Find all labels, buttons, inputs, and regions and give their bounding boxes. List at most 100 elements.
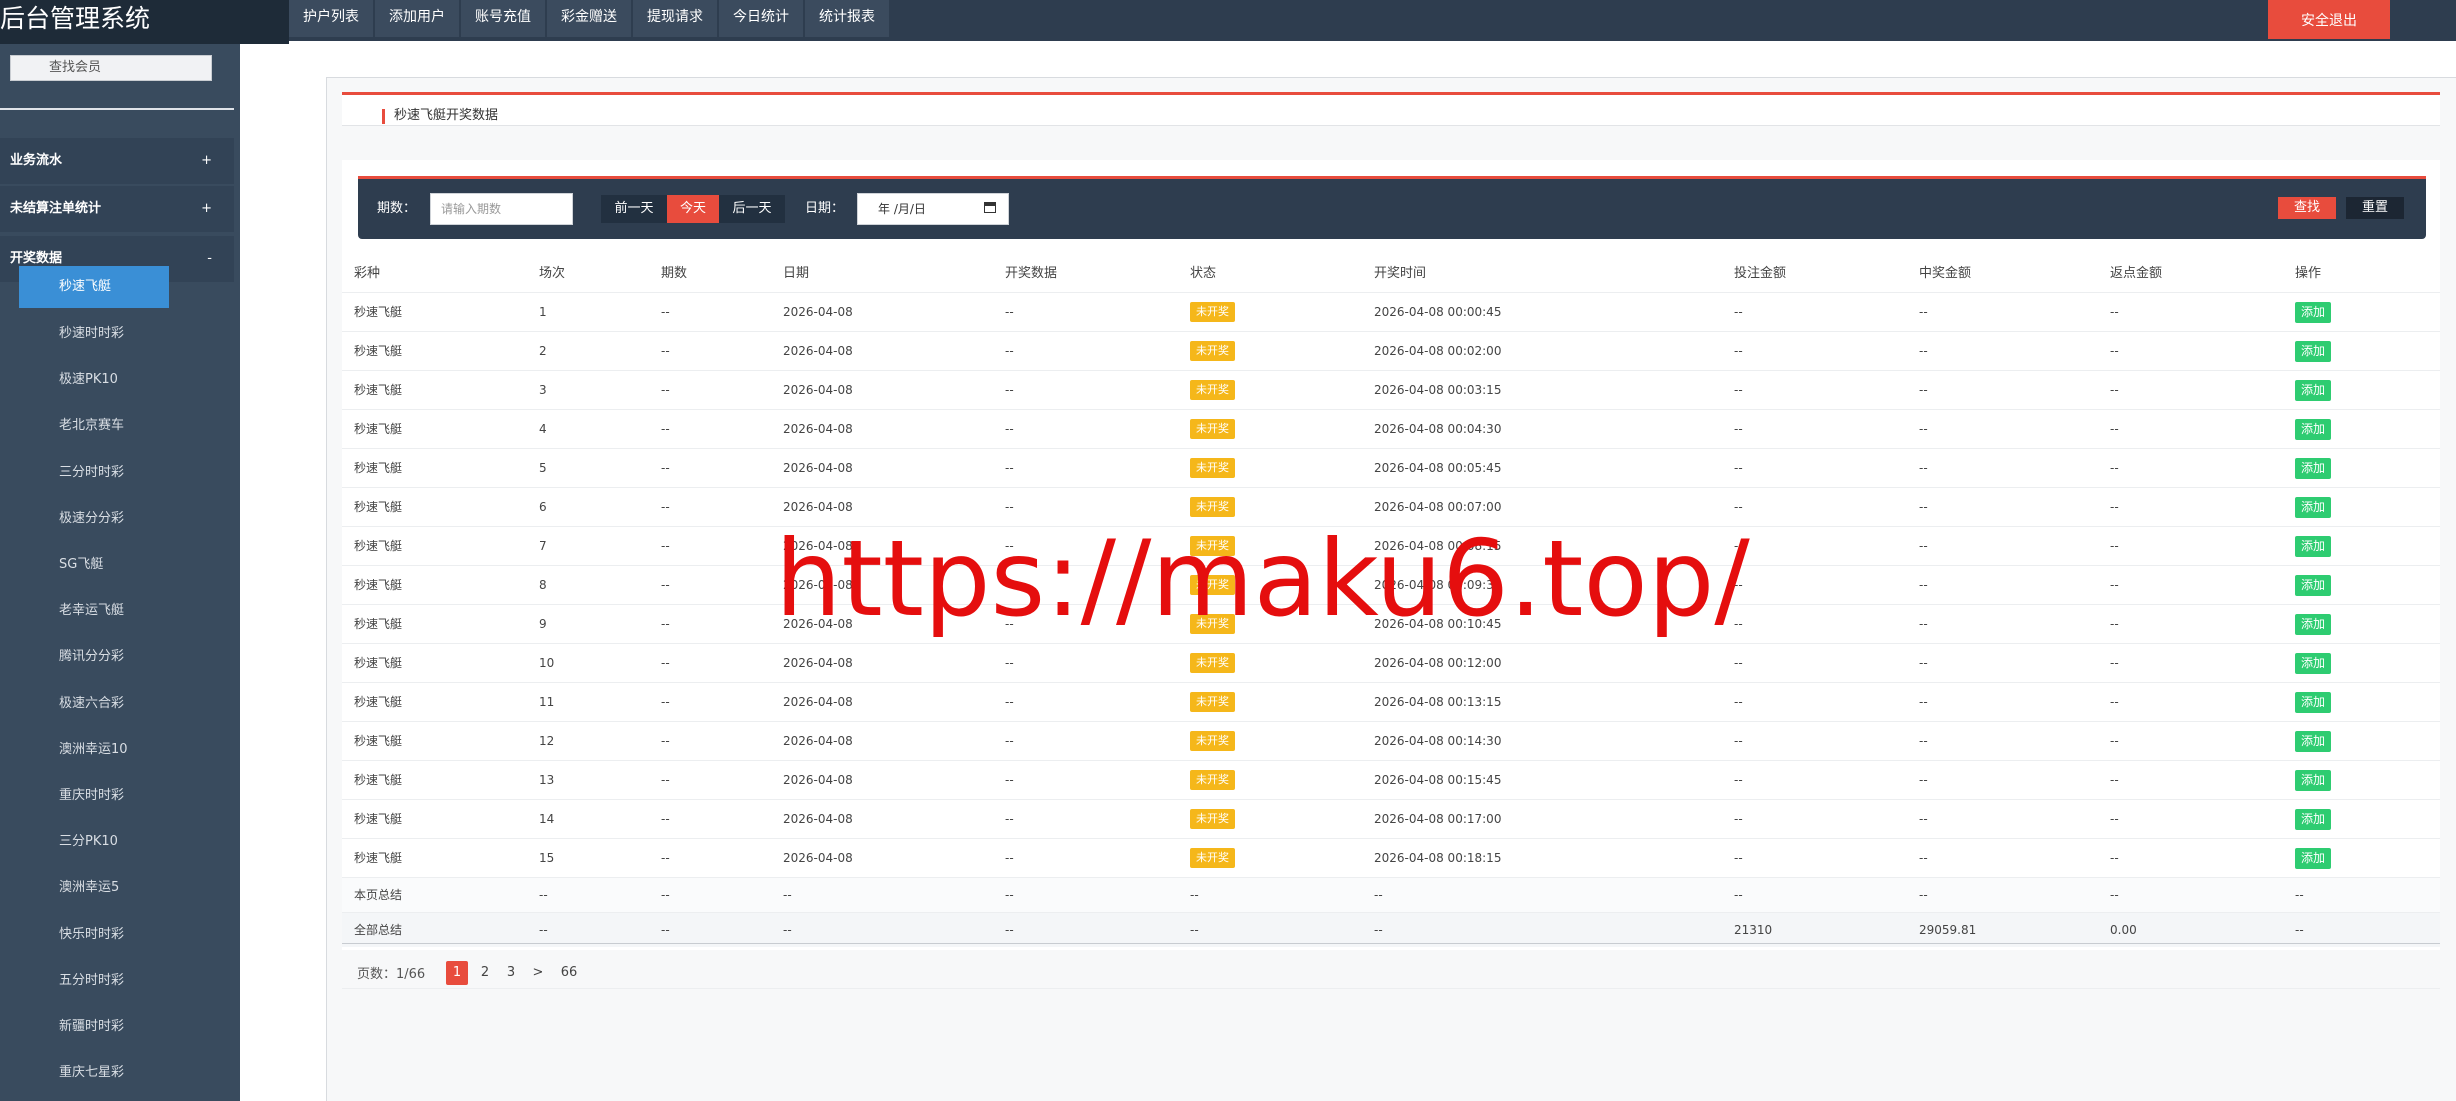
reset-button[interactable]: 重置 [2346,197,2404,219]
table-cell: -- [661,617,670,631]
sidebar-item[interactable]: 五分时时彩 [59,971,124,991]
add-button[interactable]: 添加 [2295,341,2332,362]
top-nav-item[interactable]: 添加用户 [375,0,459,37]
table-row: 秒速飞艇 15 -- 2026-04-08 -- 未开奖 2026-04-08 00:18:… [342,838,2440,877]
top-nav-item[interactable]: 统计报表 [805,0,889,37]
table-row: 秒速飞艇 5 -- 2026-04-08 -- 未开奖 2026-04-08 00:05:4… [342,448,2440,487]
column-header: 期数 [661,266,688,281]
table-cell: -- [1919,422,1928,436]
top-nav-item[interactable]: 提现请求 [633,0,717,37]
table-cell: -- [1005,773,1014,787]
summary-row: 全部总结 -- -- -- -- -- -- 21310 29059.81 0.00 -- [342,912,2440,947]
expand-icon: + [201,201,212,216]
table-cell: 11 [539,695,555,709]
table-cell: 2026-04-08 [783,305,853,319]
page-button[interactable]: 66 [558,961,580,985]
sidebar-item[interactable]: 快乐时时彩 [59,925,124,945]
add-button[interactable]: 添加 [2295,419,2332,440]
next-page-button[interactable]: > [527,961,549,985]
top-nav-item[interactable]: 今日统计 [719,0,803,37]
column-header: 开奖数据 [1005,266,1058,281]
table-cell: 8 [539,578,547,592]
sidebar: 查找会员 业务流水 + 未结算注单统计 + 开奖数据 - 秒速飞艇 秒速时时彩极… [0,44,240,1101]
summary-cell: -- [1734,888,1743,902]
page-button[interactable]: 1 [446,961,468,985]
table-cell: -- [2110,344,2119,358]
table-cell: -- [1734,422,1743,436]
top-nav-item[interactable]: 账号充值 [461,0,545,37]
summary-cell: -- [783,888,792,902]
table-cell: 2026-04-08 [783,383,853,397]
sidebar-group-label: 业务流水 [10,153,63,168]
add-button[interactable]: 添加 [2295,770,2332,791]
add-button[interactable]: 添加 [2295,731,2332,752]
add-button[interactable]: 添加 [2295,536,2332,557]
table-header: 彩种 场次 期数 日期 开奖数据 状态 开奖时间 投注金额 中奖金额 返点金额 操作 [342,256,2440,292]
add-button[interactable]: 添加 [2295,302,2332,323]
top-nav-item[interactable]: 彩金赠送 [547,0,631,37]
issue-label: 期数： [377,201,417,216]
sidebar-item[interactable]: SG飞艇 [59,555,103,575]
panel-title-bar [342,95,2440,126]
issue-input[interactable]: 请输入期数 [430,193,573,225]
logout-button[interactable]: 安全退出 [2268,0,2390,39]
sidebar-item[interactable]: 澳洲幸运5 [59,878,119,898]
sidebar-item[interactable]: 三分PK10 [59,832,118,852]
sidebar-item[interactable]: 秒速时时彩 [59,324,124,344]
add-button[interactable]: 添加 [2295,848,2332,869]
search-button[interactable]: 查找 [2278,197,2336,219]
add-button[interactable]: 添加 [2295,692,2332,713]
sidebar-item[interactable]: 极速六合彩 [59,694,124,714]
table-cell: -- [2110,812,2119,826]
page-indicator: 页数：1/66 [357,967,426,982]
summary-cell: -- [2295,923,2304,937]
sidebar-item[interactable]: 极速PK10 [59,370,118,390]
date-input[interactable]: 年 /月/日 [857,193,1009,225]
table-row: 秒速飞艇 11 -- 2026-04-08 -- 未开奖 2026-04-08 00:13:… [342,682,2440,721]
prev-day-button[interactable]: 前一天 [601,195,667,223]
table-cell: 7 [539,539,547,553]
sidebar-item[interactable]: 老北京赛车 [59,416,124,436]
table-cell: -- [2110,461,2119,475]
table-cell: -- [1919,305,1928,319]
sidebar-item[interactable]: 新疆时时彩 [59,1017,124,1037]
add-button[interactable]: 添加 [2295,497,2332,518]
sidebar-group-label: 开奖数据 [10,251,63,266]
next-day-button[interactable]: 后一天 [719,195,785,223]
add-button[interactable]: 添加 [2295,653,2332,674]
page-button[interactable]: 3 [500,961,522,985]
calendar-icon[interactable] [984,202,996,213]
table-cell: -- [1919,851,1928,865]
sidebar-item[interactable]: 三分时时彩 [59,463,124,483]
column-header: 中奖金额 [1919,266,1972,281]
status-badge: 未开奖 [1190,302,1235,322]
page-button[interactable]: 2 [474,961,496,985]
filter-bar: 期数： 请输入期数 前一天 今天 后一天 日期： 年 /月/日 查找 重置 [358,179,2426,239]
column-header: 状态 [1190,266,1217,281]
sidebar-item[interactable]: 老幸运飞艇 [59,601,124,621]
table-cell: 2026-04-08 00:00:45 [1374,305,1502,319]
sidebar-item[interactable]: 重庆时时彩 [59,786,124,806]
table-cell: 2026-04-08 00:14:30 [1374,734,1502,748]
sidebar-item[interactable]: 极速分分彩 [59,509,124,529]
sidebar-item-active[interactable]: 秒速飞艇 [19,266,169,308]
table-cell: -- [661,383,670,397]
add-button[interactable]: 添加 [2295,575,2332,596]
add-button[interactable]: 添加 [2295,614,2332,635]
today-button[interactable]: 今天 [667,195,719,223]
add-button[interactable]: 添加 [2295,809,2332,830]
sidebar-item[interactable]: 澳洲幸运10 [59,740,128,760]
add-button[interactable]: 添加 [2295,458,2332,479]
sidebar-item[interactable]: 腾讯分分彩 [59,647,124,667]
sidebar-group-business-flow[interactable]: 业务流水 + [0,138,234,184]
sidebar-item[interactable]: 重庆七星彩 [59,1063,124,1083]
sidebar-group-unsettled-stats[interactable]: 未结算注单统计 + [0,186,234,232]
table-cell: 5 [539,461,547,475]
top-nav-item[interactable]: 护户列表 [289,0,373,37]
table-cell: -- [1005,812,1014,826]
table-cell: -- [2110,500,2119,514]
add-button[interactable]: 添加 [2295,380,2332,401]
table-cell: 15 [539,851,555,865]
member-search-button[interactable]: 查找会员 [10,55,212,81]
table-cell: -- [2110,695,2119,709]
